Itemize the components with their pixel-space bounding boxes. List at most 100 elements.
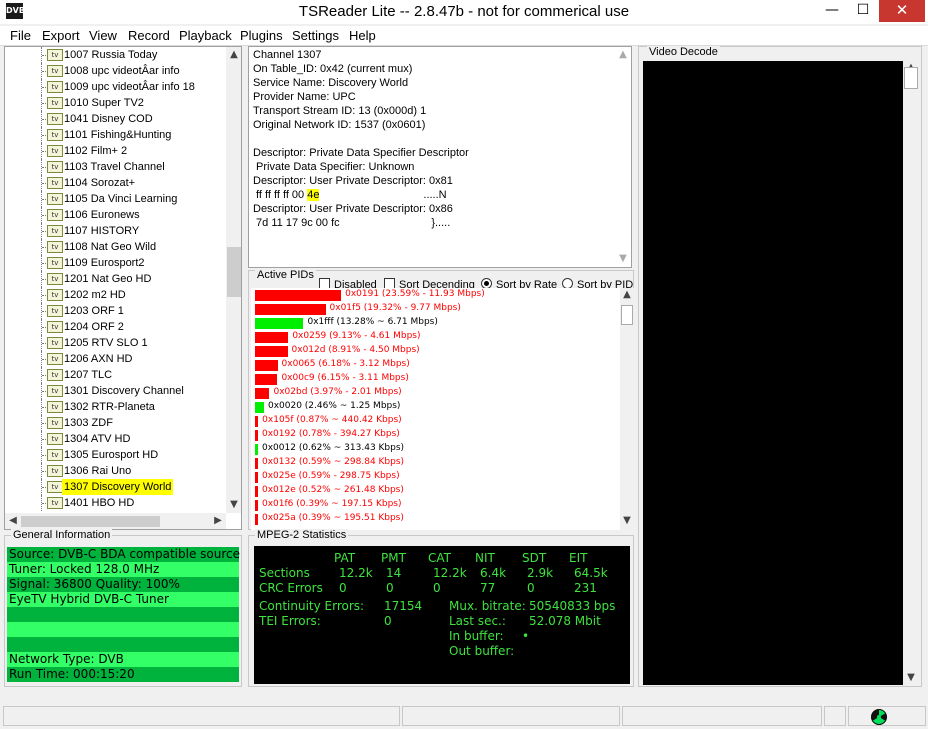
channel-item[interactable]: tv 1302 RTR-Planeta (5, 399, 226, 415)
channel-label[interactable]: 1106 Euronews (62, 207, 142, 223)
pid-list-scroll-thumb[interactable] (621, 305, 633, 325)
pid-row[interactable]: 0x012d (8.91% - 4.50 Mbps) (253, 344, 619, 358)
channel-item[interactable]: tv 1103 Travel Channel (5, 159, 226, 175)
channel-label[interactable]: 1306 Rai Uno (62, 463, 133, 479)
channel-label[interactable]: 1008 upc videotÂar info (62, 63, 182, 79)
channel-label[interactable]: 1305 Eurosport HD (62, 447, 160, 463)
maximize-button[interactable]: ☐ (848, 0, 878, 22)
close-button[interactable]: ✕ (879, 0, 925, 22)
scroll-down-arrow-icon[interactable]: ▼ (226, 499, 241, 510)
channel-item[interactable]: tv 1105 Da Vinci Learning (5, 191, 226, 207)
channel-label[interactable]: 1108 Nat Geo Wild (62, 239, 158, 255)
channel-label[interactable]: 1301 Discovery Channel (62, 383, 186, 399)
channel-label[interactable]: 1041 Disney COD (62, 111, 155, 127)
channel-item[interactable]: tv 1204 ORF 2 (5, 319, 226, 335)
scroll-up-arrow-icon[interactable]: ▲ (226, 49, 241, 60)
channel-item[interactable]: tv 1041 Disney COD (5, 111, 226, 127)
channel-label[interactable]: 1103 Travel Channel (62, 159, 167, 175)
channel-item[interactable]: tv 1206 AXN HD (5, 351, 226, 367)
channel-label[interactable]: 1104 Sorozat+ (62, 175, 137, 191)
channel-label[interactable]: 1206 AXN HD (62, 351, 134, 367)
channel-item[interactable]: tv 1307 Discovery World (5, 479, 226, 495)
channel-item[interactable]: tv 1401 HBO HD (5, 495, 226, 511)
channel-label[interactable]: 1207 TLC (62, 367, 114, 383)
scroll-right-arrow-icon[interactable]: ▶ (210, 515, 226, 526)
menu-playback[interactable]: Playback (179, 28, 232, 43)
channel-item[interactable]: tv 1301 Discovery Channel (5, 383, 226, 399)
pid-row[interactable]: 0x0192 (0.78% - 394.27 Kbps) (253, 428, 619, 442)
minimize-button[interactable]: — (817, 0, 847, 22)
pid-row[interactable]: 0x01f5 (19.32% - 9.77 Mbps) (253, 302, 619, 316)
channel-tree[interactable]: tv 1007 Russia Today tv 1008 upc videotÂar … (4, 46, 242, 530)
pid-row[interactable]: 0x00c9 (6.15% - 3.11 Mbps) (253, 372, 619, 386)
scroll-down-arrow-icon[interactable]: ▼ (903, 672, 919, 683)
channel-label[interactable]: 1201 Nat Geo HD (62, 271, 153, 287)
channel-item[interactable]: tv 1107 HISTORY (5, 223, 226, 239)
pid-row[interactable]: 0x0020 (2.46% ~ 1.25 Mbps) (253, 400, 619, 414)
channel-item[interactable]: tv 1109 Eurosport2 (5, 255, 226, 271)
pid-row[interactable]: 0x0012 (0.62% ~ 313.43 Kbps) (253, 442, 619, 456)
menu-plugins[interactable]: Plugins (240, 28, 283, 43)
menu-record[interactable]: Record (128, 28, 170, 43)
scroll-left-arrow-icon[interactable]: ◀ (5, 515, 21, 526)
pid-row[interactable]: 0x0259 (9.13% - 4.61 Mbps) (253, 330, 619, 344)
channel-item[interactable]: tv 1101 Fishing&Hunting (5, 127, 226, 143)
channel-label[interactable]: 1401 HBO HD (62, 495, 136, 511)
channel-label[interactable]: 1203 ORF 1 (62, 303, 126, 319)
channel-item[interactable]: tv 1304 ATV HD (5, 431, 226, 447)
channel-item[interactable]: tv 1008 upc videotÂar info (5, 63, 226, 79)
channel-label[interactable]: 1307 Discovery World (62, 479, 174, 495)
channel-item[interactable]: tv 1201 Nat Geo HD (5, 271, 226, 287)
channel-item[interactable]: tv 1104 Sorozat+ (5, 175, 226, 191)
channel-label[interactable]: 1303 ZDF (62, 415, 115, 431)
channel-item[interactable]: tv 1205 RTV SLO 1 (5, 335, 226, 351)
descriptor-panel[interactable]: Channel 1307 On Table_ID: 0x42 (current m… (248, 46, 632, 268)
channel-item[interactable]: tv 1106 Euronews (5, 207, 226, 223)
menu-help[interactable]: Help (349, 28, 376, 43)
channel-label[interactable]: 1009 upc videotÂar info 18 (62, 79, 197, 95)
pid-row[interactable]: 0x012e (0.52% ~ 261.48 Kbps) (253, 484, 619, 498)
channel-label[interactable]: 1107 HISTORY (62, 223, 141, 239)
tree-vertical-scroll-thumb[interactable] (227, 247, 241, 297)
pid-row[interactable]: 0x025e (0.59% - 298.75 Kbps) (253, 470, 619, 484)
menu-view[interactable]: View (89, 28, 117, 43)
channel-label[interactable]: 1109 Eurosport2 (62, 255, 147, 271)
channel-item[interactable]: tv 1202 m2 HD (5, 287, 226, 303)
pid-row[interactable]: 0x0065 (6.18% - 3.12 Mbps) (253, 358, 619, 372)
channel-item[interactable]: tv 1303 ZDF (5, 415, 226, 431)
channel-item[interactable]: tv 1108 Nat Geo Wild (5, 239, 226, 255)
scroll-up-arrow-icon[interactable]: ▲ (615, 49, 631, 60)
channel-label[interactable]: 1205 RTV SLO 1 (62, 335, 150, 351)
pid-row[interactable]: 0x1fff (13.28% ~ 6.71 Mbps) (253, 316, 619, 330)
pid-row[interactable]: 0x0191 (23.59% - 11.93 Mbps) (253, 288, 619, 302)
channel-label[interactable]: 1304 ATV HD (62, 431, 132, 447)
channel-item[interactable]: tv 1010 Super TV2 (5, 95, 226, 111)
video-scrollbar[interactable] (903, 61, 919, 685)
pid-row[interactable]: 0x0132 (0.59% ~ 298.84 Kbps) (253, 456, 619, 470)
scroll-up-arrow-icon[interactable]: ▲ (620, 289, 634, 300)
video-scroll-thumb[interactable] (904, 67, 918, 89)
pid-row[interactable]: 0x01f6 (0.39% ~ 197.15 Kbps) (253, 498, 619, 512)
menu-export[interactable]: Export (42, 28, 80, 43)
channel-item[interactable]: tv 1009 upc videotÂar info 18 (5, 79, 226, 95)
channel-item[interactable]: tv 1203 ORF 1 (5, 303, 226, 319)
pid-row[interactable]: 0x025a (0.39% ~ 195.51 Kbps) (253, 512, 619, 526)
channel-label[interactable]: 1010 Super TV2 (62, 95, 146, 111)
channel-label[interactable]: 1102 Film+ 2 (62, 143, 129, 159)
descriptor-scrollbar[interactable] (615, 47, 631, 267)
channel-label[interactable]: 1204 ORF 2 (62, 319, 126, 335)
channel-item[interactable]: tv 1305 Eurosport HD (5, 447, 226, 463)
channel-item[interactable]: tv 1207 TLC (5, 367, 226, 383)
pid-row[interactable]: 0x105f (0.87% ~ 440.42 Kbps) (253, 414, 619, 428)
scroll-down-arrow-icon[interactable]: ▼ (615, 253, 631, 264)
pid-row[interactable]: 0x02bd (3.97% - 2.01 Mbps) (253, 386, 619, 400)
scroll-down-arrow-icon[interactable]: ▼ (620, 515, 634, 526)
channel-label[interactable]: 1007 Russia Today (62, 47, 159, 63)
channel-label[interactable]: 1302 RTR-Planeta (62, 399, 157, 415)
pid-bitrate-list[interactable]: 0x0191 (23.59% - 11.93 Mbps) 0x01f5 (19.3… (251, 288, 621, 530)
menu-file[interactable]: File (10, 28, 31, 43)
channel-item[interactable]: tv 1007 Russia Today (5, 47, 226, 63)
channel-label[interactable]: 1202 m2 HD (62, 287, 128, 303)
menu-settings[interactable]: Settings (292, 28, 339, 43)
channel-item[interactable]: tv 1102 Film+ 2 (5, 143, 226, 159)
